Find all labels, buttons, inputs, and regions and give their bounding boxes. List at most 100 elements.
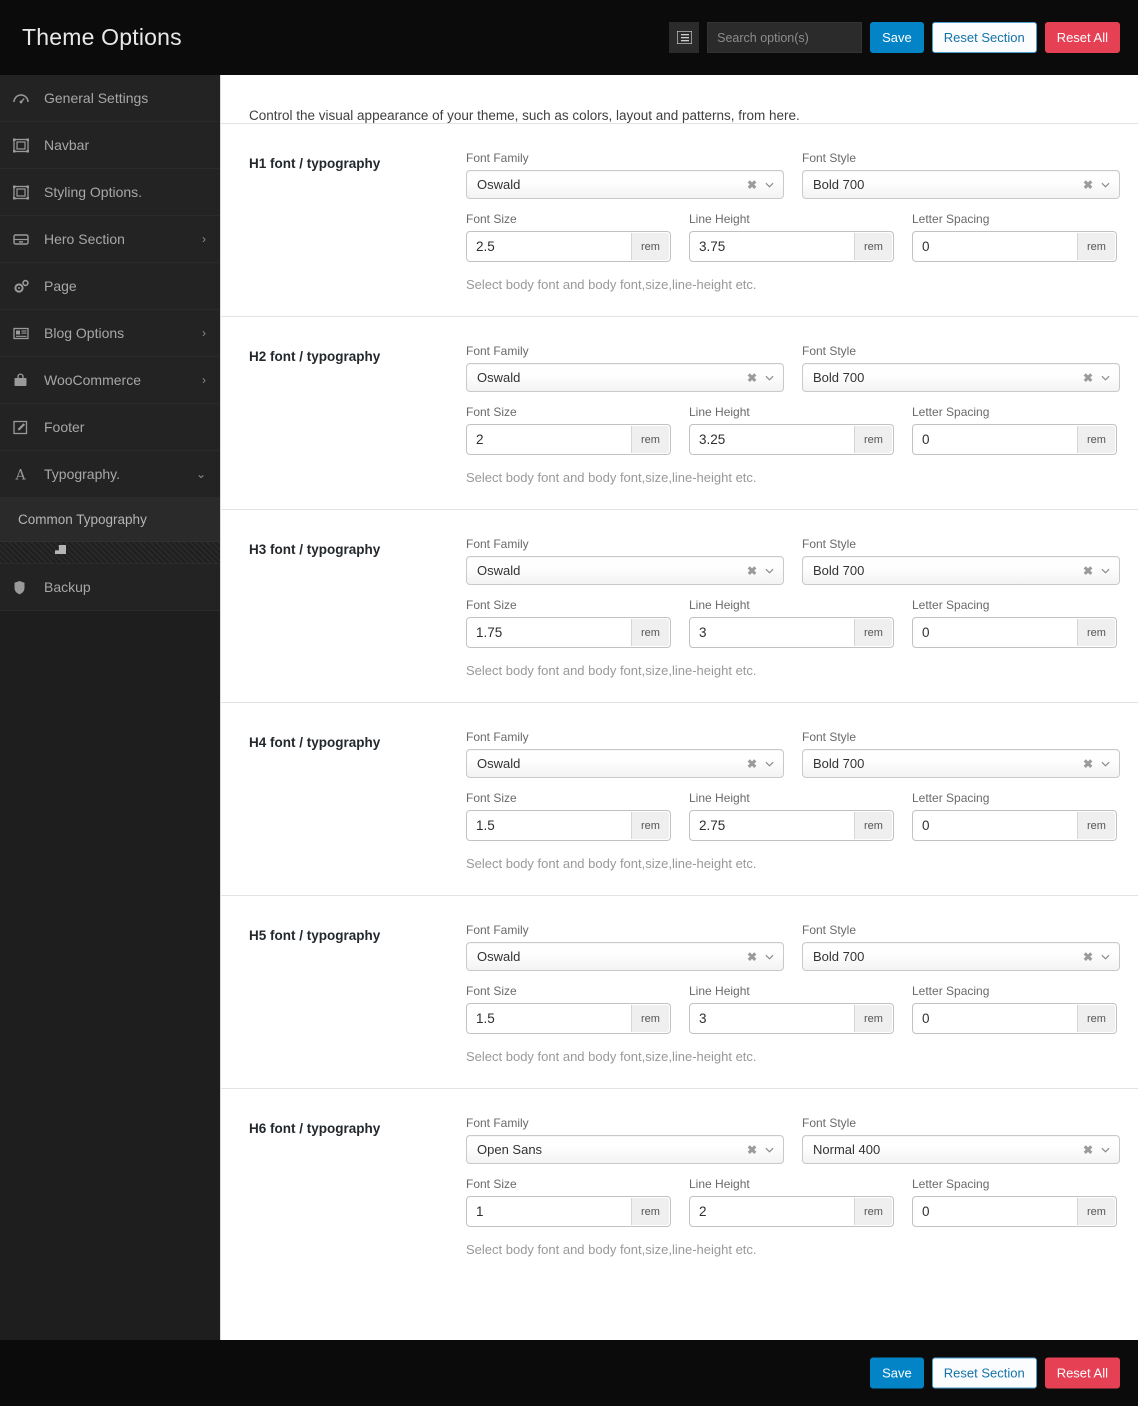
- chevron-down-icon[interactable]: [1101, 1145, 1110, 1154]
- chevron-down-icon[interactable]: [765, 952, 774, 961]
- sidebar-item-label: Backup: [44, 579, 91, 595]
- line-height-input[interactable]: 2 rem: [689, 1196, 894, 1227]
- font-style-select[interactable]: Bold 700 ✖: [802, 170, 1120, 199]
- font-style-select[interactable]: Bold 700 ✖: [802, 749, 1120, 778]
- sidebar-item-styling-options[interactable]: Styling Options.: [0, 169, 220, 216]
- sidebar-item-hero-section[interactable]: Hero Section ›: [0, 216, 220, 263]
- reset-all-button[interactable]: Reset All: [1044, 22, 1120, 53]
- letter-spacing-label: Letter Spacing: [912, 212, 990, 226]
- unit-label: rem: [854, 1198, 892, 1225]
- sidebar-item-footer[interactable]: Footer: [0, 404, 220, 451]
- font-letter-a-icon: A: [13, 467, 33, 482]
- sidebar-item-navbar[interactable]: Navbar: [0, 122, 220, 169]
- chevron-down-icon[interactable]: [1101, 566, 1110, 575]
- font-style-group: Font Style Bold 700 ✖: [802, 923, 1120, 971]
- unit-label: rem: [854, 233, 892, 260]
- chevron-down-icon[interactable]: [765, 373, 774, 382]
- letter-spacing-input[interactable]: 0 rem: [912, 810, 1117, 841]
- line-height-input[interactable]: 2.75 rem: [689, 810, 894, 841]
- clear-icon[interactable]: ✖: [747, 1144, 757, 1156]
- letter-spacing-input[interactable]: 0 rem: [912, 424, 1117, 455]
- font-style-select[interactable]: Bold 700 ✖: [802, 556, 1120, 585]
- font-family-value: Oswald: [477, 563, 521, 578]
- font-family-select[interactable]: Oswald ✖: [466, 363, 784, 392]
- chevron-down-icon[interactable]: [1101, 759, 1110, 768]
- font-family-select[interactable]: Oswald ✖: [466, 556, 784, 585]
- footer-reset-section-button[interactable]: Reset Section: [931, 1357, 1037, 1389]
- line-height-input[interactable]: 3 rem: [689, 1003, 894, 1034]
- save-button[interactable]: Save: [870, 22, 924, 53]
- sidebar-item-page[interactable]: Page: [0, 263, 220, 310]
- chevron-down-icon[interactable]: [1101, 180, 1110, 189]
- font-family-select[interactable]: Open Sans ✖: [466, 1135, 784, 1164]
- line-height-input[interactable]: 3.25 rem: [689, 424, 894, 455]
- letter-spacing-label: Letter Spacing: [912, 791, 990, 805]
- font-size-input[interactable]: 2 rem: [466, 424, 671, 455]
- footer-save-button[interactable]: Save: [870, 1357, 924, 1389]
- sidebar-item-woocommerce[interactable]: WooCommerce ›: [0, 357, 220, 404]
- unit-label: rem: [854, 619, 892, 646]
- sidebar-item-general-settings[interactable]: General Settings: [0, 75, 220, 122]
- font-family-select[interactable]: Oswald ✖: [466, 942, 784, 971]
- letter-spacing-input[interactable]: 0 rem: [912, 1003, 1117, 1034]
- clear-icon[interactable]: ✖: [1083, 758, 1093, 770]
- search-input[interactable]: [707, 22, 863, 53]
- clear-icon[interactable]: ✖: [1083, 951, 1093, 963]
- sidebar-subitem-partial[interactable]: [0, 542, 220, 564]
- line-height-input[interactable]: 3 rem: [689, 617, 894, 648]
- letter-spacing-input[interactable]: 0 rem: [912, 1196, 1117, 1227]
- clear-icon[interactable]: ✖: [747, 565, 757, 577]
- letter-spacing-input[interactable]: 0 rem: [912, 231, 1117, 262]
- font-size-input[interactable]: 2.5 rem: [466, 231, 671, 262]
- chevron-down-icon[interactable]: [765, 759, 774, 768]
- clear-icon[interactable]: ✖: [1083, 565, 1093, 577]
- typography-section: H1 font / typography Font Family Oswald ✖ Fo…: [221, 123, 1138, 316]
- chevron-right-icon: ›: [202, 232, 206, 246]
- font-style-select[interactable]: Bold 700 ✖: [802, 942, 1120, 971]
- letter-spacing-label: Letter Spacing: [912, 405, 990, 419]
- field-row-bottom: Font Size 1.5 rem Line Height 2.75 rem Letter …: [466, 791, 1120, 841]
- clear-icon[interactable]: ✖: [1083, 1144, 1093, 1156]
- letter-spacing-input[interactable]: 0 rem: [912, 617, 1117, 648]
- section-helper-text: Select body font and body font,size,line…: [466, 1049, 757, 1064]
- font-style-select[interactable]: Normal 400 ✖: [802, 1135, 1120, 1164]
- footer-reset-all-button[interactable]: Reset All: [1044, 1357, 1120, 1389]
- sidebar-item-label: Styling Options.: [44, 184, 143, 200]
- chevron-down-icon[interactable]: [1101, 952, 1110, 961]
- font-size-input[interactable]: 1.5 rem: [466, 810, 671, 841]
- sidebar-subitem-common-typography[interactable]: Common Typography: [0, 498, 220, 542]
- chevron-down-icon[interactable]: [1101, 373, 1110, 382]
- font-size-input[interactable]: 1 rem: [466, 1196, 671, 1227]
- chevron-down-icon[interactable]: [765, 1145, 774, 1154]
- letter-spacing-label: Letter Spacing: [912, 598, 990, 612]
- font-family-select[interactable]: Oswald ✖: [466, 749, 784, 778]
- font-style-select[interactable]: Bold 700 ✖: [802, 363, 1120, 392]
- font-size-input[interactable]: 1.75 rem: [466, 617, 671, 648]
- font-family-select[interactable]: Oswald ✖: [466, 170, 784, 199]
- partial-glyph-icon: [55, 545, 66, 554]
- clear-icon[interactable]: ✖: [747, 179, 757, 191]
- line-height-input[interactable]: 3.75 rem: [689, 231, 894, 262]
- clear-icon[interactable]: ✖: [747, 758, 757, 770]
- font-family-group: Font Family Oswald ✖: [466, 151, 784, 199]
- pencil-square-icon: [13, 420, 33, 435]
- clear-icon[interactable]: ✖: [747, 951, 757, 963]
- list-toggle-icon[interactable]: [669, 22, 700, 53]
- font-size-value: 1.75: [476, 625, 503, 640]
- chevron-down-icon[interactable]: [765, 180, 774, 189]
- sidebar-item-blog-options[interactable]: Blog Options ›: [0, 310, 220, 357]
- section-helper-text: Select body font and body font,size,line…: [466, 856, 757, 871]
- sidebar-item-typography[interactable]: A Typography. ⌄: [0, 451, 220, 498]
- clear-icon[interactable]: ✖: [747, 372, 757, 384]
- font-size-input[interactable]: 1.5 rem: [466, 1003, 671, 1034]
- field-row-bottom: Font Size 1 rem Line Height 2 rem Letter Spaci…: [466, 1177, 1120, 1227]
- font-size-label: Font Size: [466, 984, 517, 998]
- line-height-group: Line Height 3 rem: [689, 598, 894, 648]
- clear-icon[interactable]: ✖: [1083, 372, 1093, 384]
- font-family-label: Font Family: [466, 730, 529, 744]
- clear-icon[interactable]: ✖: [1083, 179, 1093, 191]
- unit-label: rem: [1077, 1005, 1115, 1032]
- reset-section-button[interactable]: Reset Section: [931, 22, 1037, 53]
- sidebar-item-backup[interactable]: Backup: [0, 564, 220, 611]
- chevron-down-icon[interactable]: [765, 566, 774, 575]
